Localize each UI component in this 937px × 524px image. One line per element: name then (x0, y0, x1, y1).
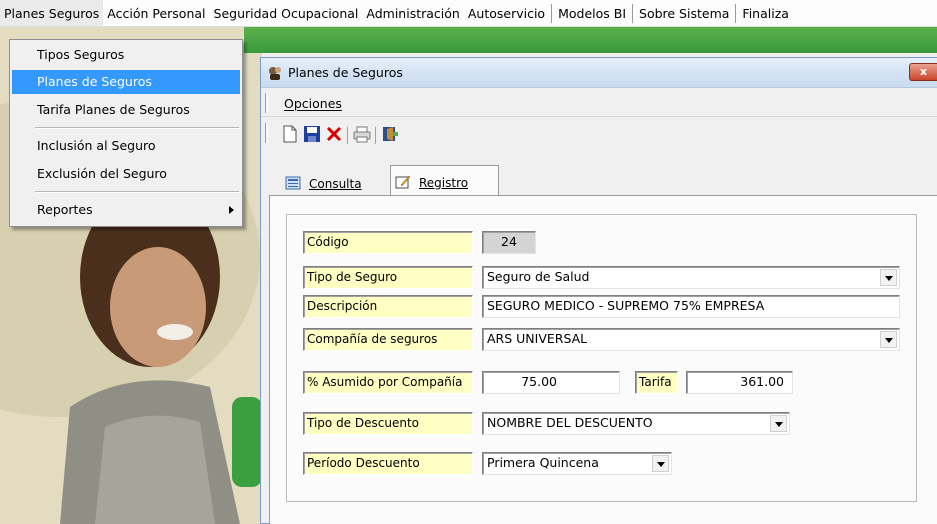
periodo-select[interactable]: Primera Quincena (482, 452, 672, 475)
compania-select[interactable]: ARS UNIVERSAL (482, 328, 900, 351)
descripcion-field[interactable]: SEGURO MEDICO - SUPREMO 75% EMPRESA (482, 295, 900, 318)
periodo-label: Período Descuento (303, 452, 473, 475)
print-icon[interactable] (353, 125, 371, 143)
menu-item-exclusion[interactable]: Exclusión del Seguro (12, 162, 240, 186)
menu-separator (632, 3, 634, 23)
menu-separator (735, 3, 737, 23)
window-app-icon (267, 65, 283, 81)
new-document-icon[interactable] (281, 125, 299, 143)
registro-panel: Código 24 Tipo de Seguro Seguro de Salud… (269, 195, 937, 524)
form-group-box: Código 24 Tipo de Seguro Seguro de Salud… (286, 214, 917, 502)
chevron-down-icon[interactable] (880, 269, 897, 286)
menu-administracion[interactable]: Administración (362, 0, 463, 26)
menu-separator (35, 127, 239, 129)
tarifa-field[interactable]: 361.00 (686, 371, 793, 394)
submenu-arrow-icon (229, 206, 234, 214)
close-button[interactable]: x (909, 63, 937, 81)
menu-modelos-bi[interactable]: Modelos BI (554, 0, 630, 26)
planes-seguros-dropdown: Tipos Seguros Planes de Seguros Tarifa P… (9, 39, 243, 227)
periodo-value: Primera Quincena (487, 455, 599, 470)
asumido-field[interactable]: 75.00 (482, 371, 620, 394)
chevron-down-icon[interactable] (652, 455, 669, 472)
compania-value: ARS UNIVERSAL (487, 331, 588, 346)
codigo-field: 24 (482, 231, 536, 254)
menu-autoservicio[interactable]: Autoservicio (464, 0, 549, 26)
window-title: Planes de Seguros (288, 65, 403, 80)
asumido-label: % Asumido por Compañía (303, 371, 473, 394)
toolbar-separator (375, 127, 376, 144)
compania-label: Compañía de seguros (303, 328, 473, 351)
menu-separator (551, 3, 553, 23)
chevron-down-icon[interactable] (880, 331, 897, 348)
desktop-green-banner (244, 27, 937, 53)
planes-seguros-window: Planes de Seguros x Opciones Consulta Re… (260, 57, 937, 524)
toolbar-grip (265, 123, 268, 143)
tipo-seguro-value: Seguro de Salud (487, 269, 590, 284)
menu-sobre-sistema[interactable]: Sobre Sistema (635, 0, 733, 26)
tab-consulta-label: Consulta (309, 177, 362, 191)
exit-icon[interactable] (381, 125, 399, 143)
menu-opciones[interactable]: Opciones (284, 96, 342, 111)
menu-seguridad-ocupacional[interactable]: Seguridad Ocupacional (210, 0, 363, 26)
menu-grip (265, 93, 268, 113)
chevron-down-icon[interactable] (770, 415, 787, 432)
codigo-label: Código (303, 231, 473, 254)
menu-separator (35, 191, 239, 193)
tab-registro-label: Registro (419, 176, 469, 190)
tipo-descuento-label: Tipo de Descuento (303, 412, 473, 435)
tarifa-label: Tarifa (635, 371, 678, 394)
menu-item-tarifa-planes[interactable]: Tarifa Planes de Seguros (12, 98, 240, 122)
menu-item-tipos-seguros[interactable]: Tipos Seguros (12, 43, 240, 67)
toolbar-separator (347, 127, 348, 144)
tipo-seguro-label: Tipo de Seguro (303, 266, 473, 289)
descripcion-label: Descripción (303, 295, 473, 318)
menu-planes-seguros[interactable]: Planes Seguros (0, 0, 104, 26)
tipo-seguro-select[interactable]: Seguro de Salud (482, 266, 900, 289)
consulta-tab-icon (285, 176, 301, 190)
menu-item-reportes[interactable]: Reportes (12, 198, 240, 222)
menu-finalizar[interactable]: Finaliza (738, 0, 793, 26)
main-menu-bar: Planes Seguros Acción Personal Seguridad… (0, 0, 937, 27)
tipo-descuento-select[interactable]: NOMBRE DEL DESCUENTO (482, 412, 790, 435)
registro-tab-icon (395, 175, 411, 189)
window-toolbar (261, 119, 937, 151)
menu-item-planes-de-seguros[interactable]: Planes de Seguros (12, 70, 240, 94)
delete-icon[interactable] (325, 125, 343, 143)
menu-accion-personal[interactable]: Acción Personal (103, 0, 209, 26)
menu-item-reportes-label: Reportes (37, 202, 93, 217)
window-titlebar[interactable]: Planes de Seguros x (261, 58, 937, 88)
tab-registro[interactable]: Registro (390, 165, 499, 196)
menu-item-inclusion[interactable]: Inclusión al Seguro (12, 134, 240, 158)
save-icon[interactable] (303, 125, 321, 143)
window-menu-bar: Opciones (261, 89, 937, 117)
tipo-descuento-value: NOMBRE DEL DESCUENTO (487, 415, 653, 430)
